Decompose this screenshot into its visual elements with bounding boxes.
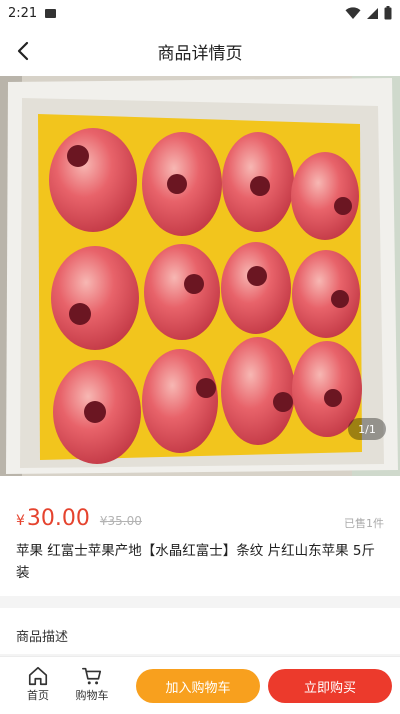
- page-title: 商品详情页: [157, 43, 243, 64]
- home-icon: [28, 666, 48, 686]
- cart-tab-label: 购物车: [75, 689, 109, 702]
- description-section: 商品描述: [0, 608, 400, 654]
- current-price: ¥30.00: [16, 506, 90, 531]
- product-image: [0, 76, 400, 476]
- product-name: 苹果 红富士苹果产地【水晶红富士】条纹 片红山东苹果 5斤装: [16, 543, 375, 581]
- buy-now-button[interactable]: 立即购买: [268, 669, 392, 703]
- original-price: ¥35.00: [99, 514, 142, 528]
- signal-icon: [367, 7, 378, 19]
- status-icons: [345, 6, 392, 20]
- back-arrow-icon[interactable]: [12, 39, 36, 63]
- nav-bar: 商品详情页: [0, 26, 400, 76]
- home-tab-label: 首页: [27, 689, 49, 702]
- cart-tab[interactable]: 购物车: [70, 665, 114, 703]
- price-value: 30.00: [26, 506, 90, 531]
- description-title: 商品描述: [16, 630, 69, 645]
- bottom-action-bar: 首页 购物车 加入购物车 立即购买: [0, 656, 400, 714]
- home-tab[interactable]: 首页: [16, 665, 60, 703]
- sold-count: 已售1件: [344, 517, 384, 530]
- currency-symbol: ¥: [16, 513, 25, 529]
- wifi-icon: [345, 6, 361, 19]
- status-bar: 2:21: [0, 0, 400, 26]
- image-counter: 1/1: [348, 418, 386, 440]
- add-to-cart-button[interactable]: 加入购物车: [136, 669, 260, 703]
- product-info-card: ¥30.00 ¥35.00 已售1件 苹果 红富士苹果产地【水晶红富士】条纹 片…: [0, 476, 400, 596]
- status-time: 2:21: [8, 5, 38, 21]
- notification-icon: [45, 8, 57, 18]
- price-row: ¥30.00 ¥35.00: [16, 506, 142, 531]
- battery-icon: [384, 6, 392, 20]
- shopping-cart-icon: [82, 667, 102, 685]
- product-image-gallery[interactable]: 1/1: [0, 76, 400, 476]
